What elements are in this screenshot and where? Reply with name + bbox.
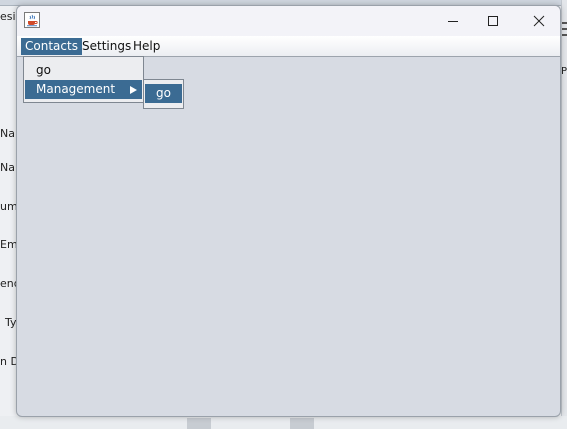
app-window: Contacts Settings Help go Management go — [16, 5, 561, 417]
menu-settings[interactable]: Settings — [78, 38, 135, 55]
background-form-label: Ty — [5, 316, 16, 329]
background-menu-line — [562, 34, 567, 36]
maximize-button[interactable] — [470, 6, 516, 36]
java-coffee-icon[interactable] — [24, 12, 40, 28]
maximize-icon — [488, 16, 498, 26]
submenu-item-go[interactable]: go — [145, 84, 182, 103]
background-form-label: umb — [0, 200, 16, 213]
background-form-label: n Da — [0, 355, 16, 368]
menu-item-go[interactable]: go — [25, 61, 142, 80]
background-bottom-segment — [187, 418, 211, 429]
background-menu-line — [562, 22, 567, 24]
minimize-icon — [448, 21, 458, 22]
background-form-label: Nar — [0, 161, 16, 174]
menu-item-management-label: Management — [36, 82, 116, 96]
background-form-label: Em — [0, 238, 16, 251]
title-bar[interactable] — [17, 6, 560, 36]
background-right-strip — [561, 0, 567, 429]
management-submenu: go — [143, 79, 184, 109]
close-icon — [533, 15, 545, 27]
background-form-label: end — [0, 277, 16, 290]
menu-help[interactable]: Help — [129, 38, 164, 55]
menu-item-management[interactable]: Management — [25, 80, 142, 99]
background-bottom-segment — [290, 418, 314, 429]
submenu-arrow-icon — [130, 86, 137, 94]
menu-contacts[interactable]: Contacts — [21, 38, 82, 55]
contacts-dropdown: go Management — [23, 56, 144, 103]
background-form-labels: Nar Nar umb Em end Ty n Da — [0, 0, 16, 429]
background-menu-line — [562, 28, 567, 30]
menu-bar: Contacts Settings Help — [17, 36, 560, 57]
background-form-label: Nar — [0, 127, 16, 140]
close-button[interactable] — [516, 6, 560, 36]
background-right-label: Pa — [561, 66, 567, 77]
background-bottom-strip — [0, 416, 567, 429]
